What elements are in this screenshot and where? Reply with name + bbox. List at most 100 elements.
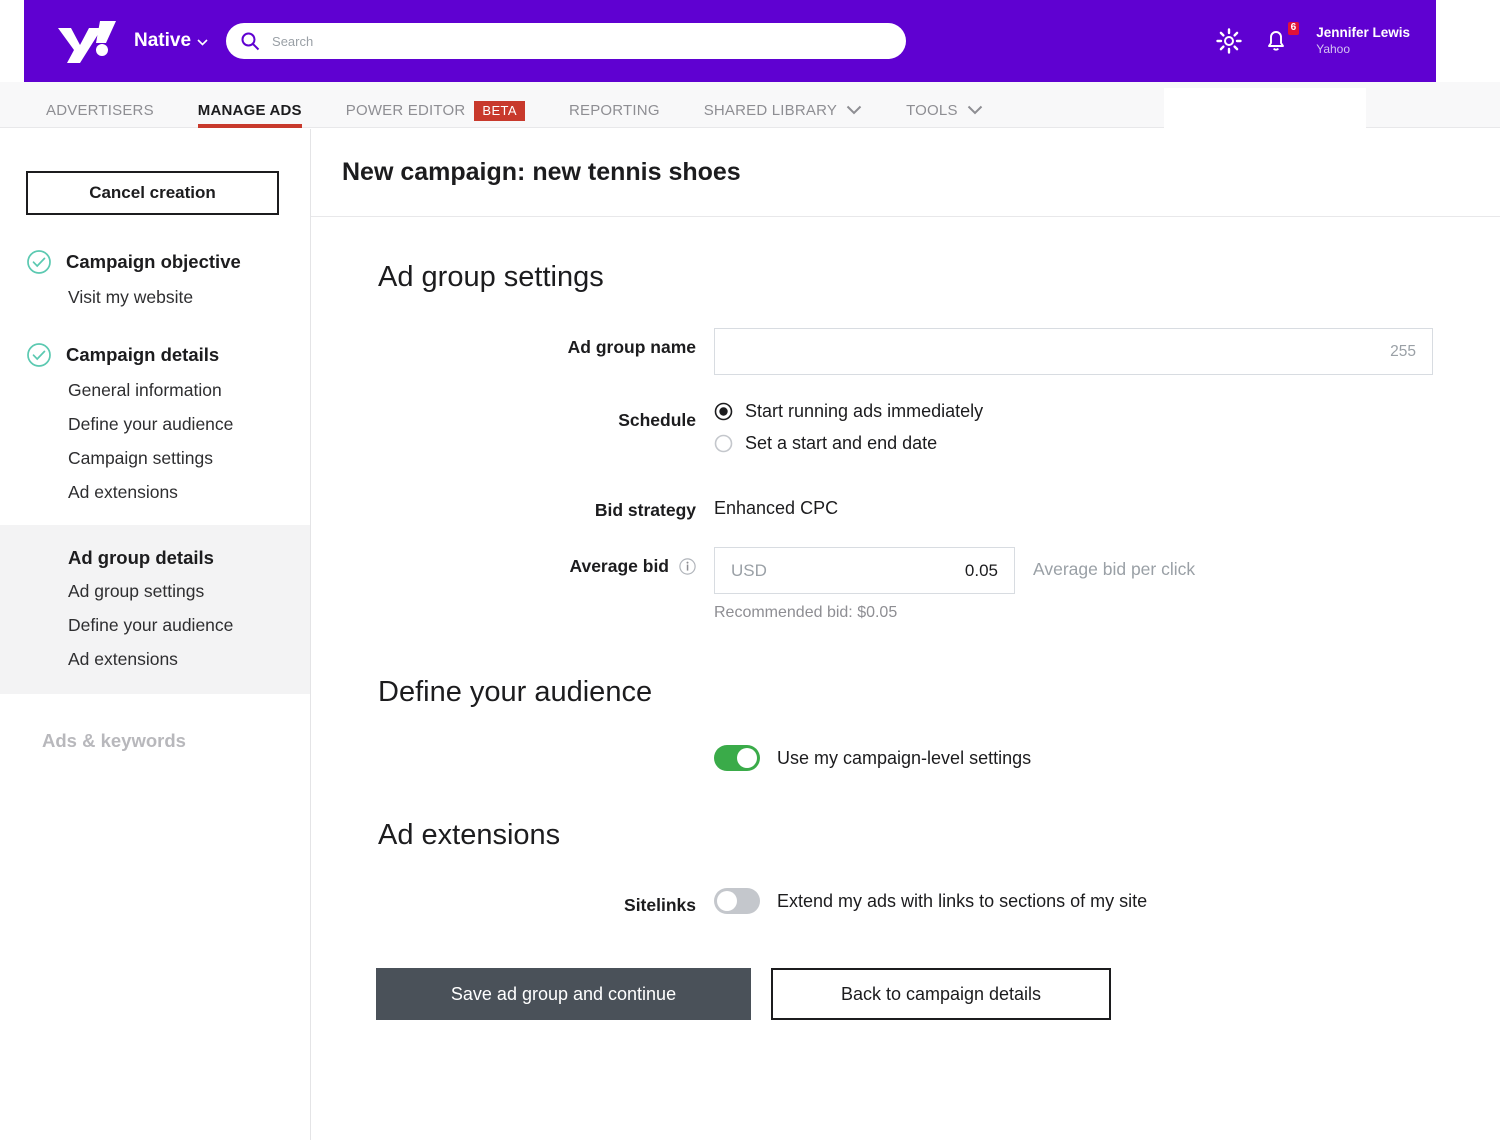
campaign-level-settings-label: Use my campaign-level settings xyxy=(777,747,1032,768)
brand-native-label: Native xyxy=(134,30,192,51)
bid-strategy-value: Enhanced CPC xyxy=(714,498,839,518)
nav-item-shared-library[interactable]: SHARED LIBRARY xyxy=(704,82,862,128)
search-input[interactable] xyxy=(272,33,893,49)
page-title-bar: New campaign: new tennis shoes xyxy=(311,129,1500,217)
sidebar-item-ad-group-settings[interactable]: Ad group settings xyxy=(68,581,310,602)
radio-label: Start running ads immediately xyxy=(745,401,984,421)
field-sitelinks: Sitelinks Extend my ads with links to se… xyxy=(378,886,1500,916)
nav-label: SHARED LIBRARY xyxy=(703,102,838,119)
user-menu[interactable]: Jennifer Lewis Yahoo xyxy=(1316,25,1410,57)
sitelinks-toggle[interactable] xyxy=(714,888,760,914)
nav-item-reporting[interactable]: REPORTING xyxy=(569,82,660,128)
sidebar-item-general-information[interactable]: General information xyxy=(68,380,310,401)
campaign-sidebar: Cancel creation Campaign objective Visit… xyxy=(0,129,311,1140)
check-circle-icon xyxy=(26,342,52,368)
beta-badge: BETA xyxy=(474,100,525,121)
toggle-knob xyxy=(737,748,757,768)
nav-item-advertisers[interactable]: ADVERTISERS xyxy=(46,82,154,128)
info-icon[interactable] xyxy=(679,558,696,575)
check-circle-icon xyxy=(26,249,52,275)
average-bid-hint: Average bid per click xyxy=(1033,559,1196,579)
sidebar-group-campaign-objective: Campaign objective Visit my website xyxy=(0,249,310,308)
chevron-down-icon xyxy=(967,102,983,119)
label-schedule: Schedule xyxy=(618,410,696,430)
sidebar-step-title: Campaign objective xyxy=(66,251,241,272)
global-search[interactable] xyxy=(226,23,907,59)
top-header: Native Search 6 Jennifer Lewis Yahoo xyxy=(24,0,1436,82)
radio-start-immediately[interactable]: Start running ads immediately xyxy=(714,401,983,422)
sidebar-item-ad-group-ad-extensions[interactable]: Ad extensions xyxy=(68,649,310,670)
label-average-bid-text: Average bid xyxy=(569,556,669,576)
label-bid-strategy: Bid strategy xyxy=(594,500,696,520)
nav-label: POWER EDITOR xyxy=(345,102,466,119)
yahoo-logo[interactable] xyxy=(54,17,120,65)
field-bid-strategy: Bid strategy Enhanced CPC xyxy=(378,491,1500,521)
notification-count-badge: 6 xyxy=(1287,22,1300,35)
chevron-down-icon xyxy=(197,30,208,52)
main-content: New campaign: new tennis shoes Ad group … xyxy=(311,129,1500,1140)
sidebar-item-ad-extensions[interactable]: Ad extensions xyxy=(68,482,310,503)
sidebar-step-title: Campaign details xyxy=(66,344,220,365)
cancel-creation-button[interactable]: Cancel creation xyxy=(26,171,279,215)
label-average-bid: Average bid xyxy=(378,547,696,577)
header-actions: 6 Jennifer Lewis Yahoo xyxy=(1216,22,1410,57)
field-schedule: Schedule Start running ads immediately S… xyxy=(378,401,1500,465)
nav-item-tools[interactable]: TOOLS xyxy=(906,82,983,128)
page-title: New campaign: new tennis shoes xyxy=(342,158,741,186)
sidebar-step-title-ad-group-details[interactable]: Ad group details xyxy=(68,547,310,569)
sidebar-group-ad-group-details: Ad group details Ad group settings Defin… xyxy=(0,525,310,694)
sidebar-step-header[interactable]: Campaign details xyxy=(26,342,310,368)
sidebar-step-ads-and-keywords: Ads & keywords xyxy=(42,730,186,751)
section-heading-ad-extensions: Ad extensions xyxy=(378,819,561,851)
nav-label: MANAGE ADS xyxy=(197,102,302,119)
average-bid-input-wrapper[interactable]: USD xyxy=(714,547,1015,594)
sidebar-item-define-your-audience[interactable]: Define your audience xyxy=(68,414,310,435)
toggle-knob xyxy=(717,891,737,911)
nav-dropdown-panel[interactable] xyxy=(1164,88,1366,134)
radio-label: Set a start and end date xyxy=(745,433,938,453)
sidebar-item-ad-group-define-audience[interactable]: Define your audience xyxy=(68,615,310,636)
nav-label: REPORTING xyxy=(568,102,660,119)
nav-label: ADVERTISERS xyxy=(46,102,154,119)
ad-group-name-input[interactable] xyxy=(731,342,1391,361)
gear-icon[interactable] xyxy=(1216,28,1242,54)
field-ad-group-name: Ad group name 255 xyxy=(378,328,1500,375)
form-actions: Save ad group and continue Back to campa… xyxy=(376,968,1500,1020)
nav-item-power-editor[interactable]: POWER EDITOR BETA xyxy=(346,82,525,128)
label-ad-group-name: Ad group name xyxy=(567,337,696,357)
notifications-bell[interactable]: 6 xyxy=(1264,22,1300,57)
recommended-bid-text: Recommended bid: $0.05 xyxy=(714,604,898,621)
campaign-level-settings-toggle[interactable] xyxy=(714,745,760,771)
bell-icon xyxy=(1264,31,1288,57)
save-ad-group-and-continue-button[interactable]: Save ad group and continue xyxy=(376,968,751,1020)
section-heading-ad-group-settings: Ad group settings xyxy=(378,261,604,293)
active-tab-underline xyxy=(197,124,302,128)
sidebar-item-visit-my-website[interactable]: Visit my website xyxy=(68,287,310,308)
back-to-campaign-details-button[interactable]: Back to campaign details xyxy=(771,968,1111,1020)
bid-currency-label: USD xyxy=(731,560,767,580)
sidebar-group-campaign-details: Campaign details General information Def… xyxy=(0,342,310,503)
sidebar-item-campaign-settings[interactable]: Campaign settings xyxy=(68,448,310,469)
ad-group-name-input-wrapper[interactable]: 255 xyxy=(714,328,1433,375)
nav-label: TOOLS xyxy=(906,102,958,119)
char-counter: 255 xyxy=(1390,342,1416,360)
user-name: Jennifer Lewis xyxy=(1316,25,1410,41)
search-icon xyxy=(240,31,260,51)
user-org: Yahoo xyxy=(1316,41,1351,56)
brand-native-selector[interactable]: Native xyxy=(134,30,208,52)
field-average-bid: Average bid USD Reco xyxy=(378,547,1500,622)
toggle-row-sitelinks: Extend my ads with links to sections of … xyxy=(714,888,1147,914)
chevron-down-icon xyxy=(846,102,862,119)
sidebar-step-header[interactable]: Campaign objective xyxy=(26,249,310,275)
label-sitelinks: Sitelinks xyxy=(624,895,696,915)
toggle-row-campaign-level-settings: Use my campaign-level settings xyxy=(714,745,1031,771)
radio-selected-icon xyxy=(714,402,733,421)
average-bid-input[interactable] xyxy=(888,560,998,581)
radio-unselected-icon xyxy=(714,434,733,453)
sitelinks-description: Extend my ads with links to sections of … xyxy=(777,890,1148,911)
radio-set-start-end-date[interactable]: Set a start and end date xyxy=(714,433,983,454)
nav-item-manage-ads[interactable]: MANAGE ADS xyxy=(197,82,302,128)
section-heading-define-audience: Define your audience xyxy=(378,676,653,708)
field-campaign-level-settings: Use my campaign-level settings xyxy=(378,743,1500,771)
label-campaign-level-settings-spacer xyxy=(378,743,696,752)
